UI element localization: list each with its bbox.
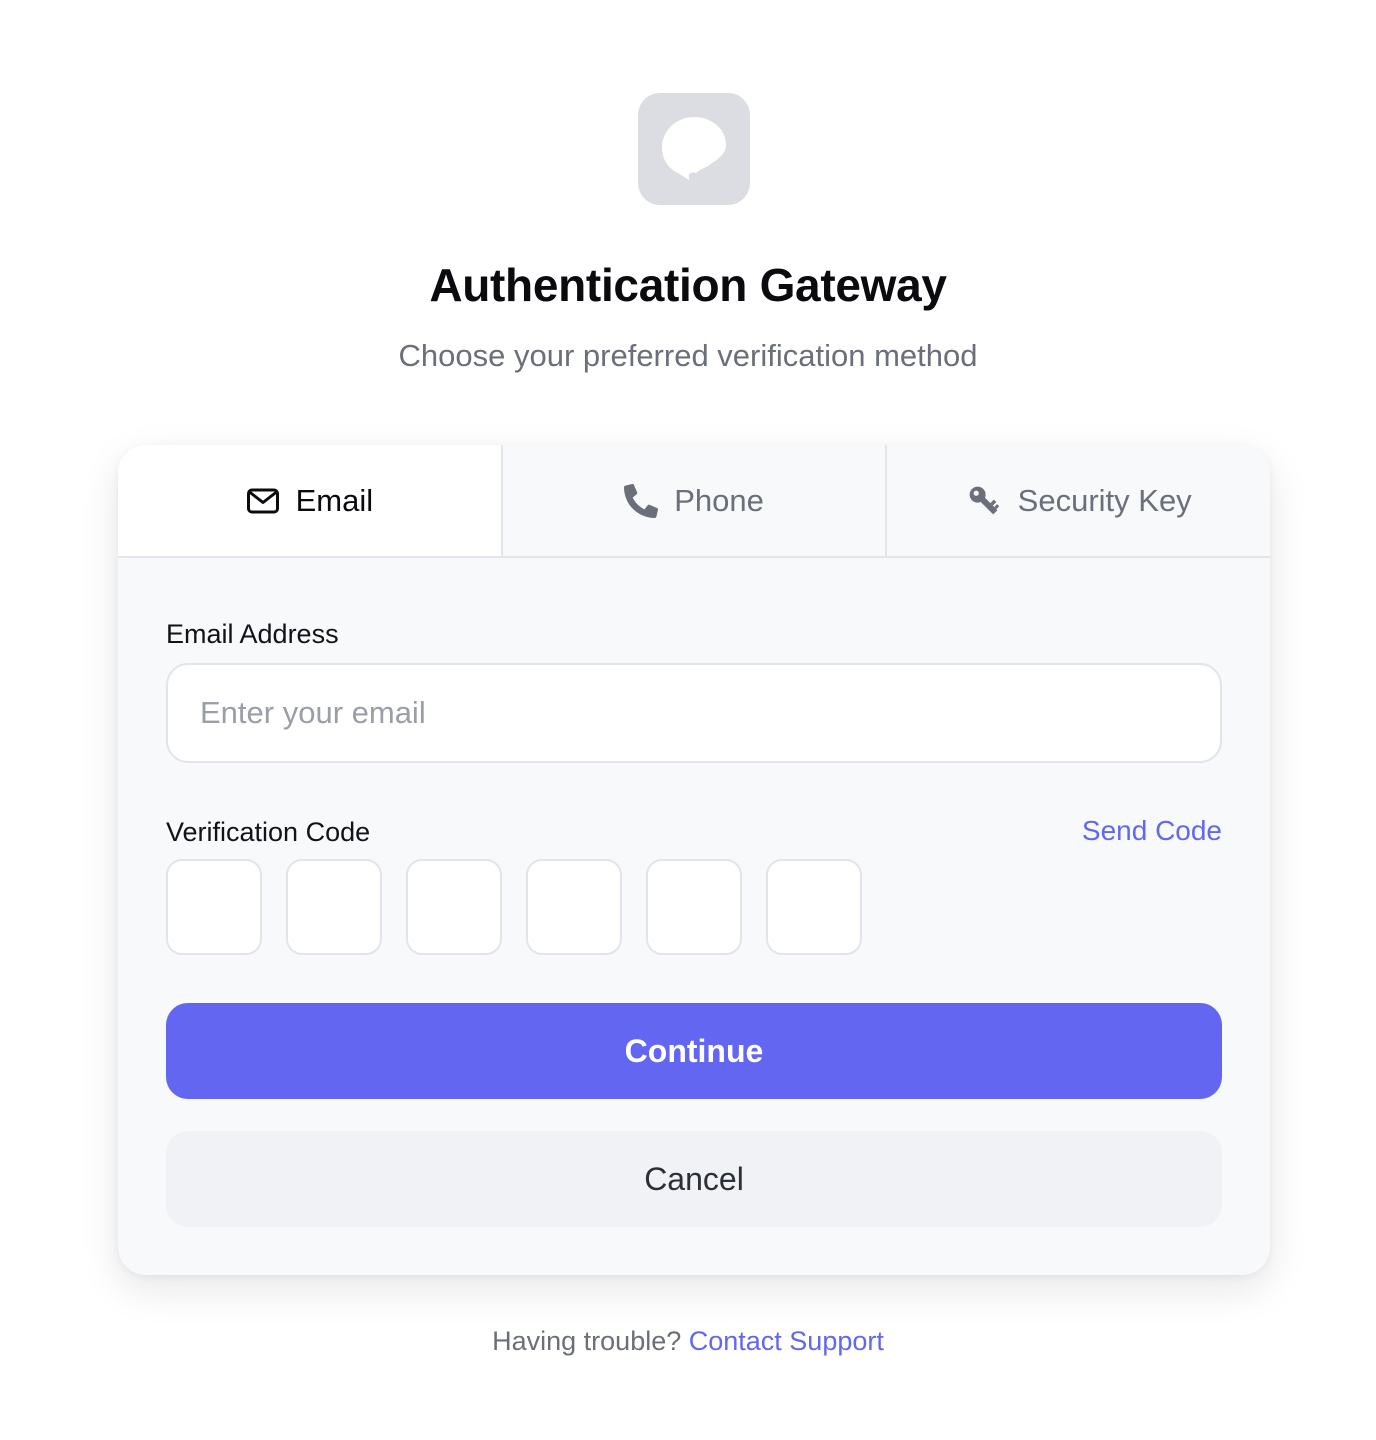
key-icon — [969, 486, 999, 514]
footer-prompt: Having trouble? — [492, 1326, 689, 1356]
page-title: Authentication Gateway — [429, 259, 947, 311]
code-digit-2[interactable] — [286, 859, 382, 955]
app-logo — [638, 93, 750, 205]
code-digit-1[interactable] — [166, 859, 262, 955]
verification-code-label: Verification Code — [166, 817, 371, 847]
send-code-link[interactable]: Send Code — [1082, 815, 1222, 847]
method-tabs: Email Phone Security Key — [118, 445, 1270, 558]
tab-email-label: Email — [295, 482, 374, 518]
tab-security-key-label: Security Key — [1017, 482, 1192, 518]
continue-button[interactable]: Continue — [166, 1003, 1222, 1099]
code-digit-4[interactable] — [526, 859, 622, 955]
envelope-icon — [246, 488, 279, 513]
tab-phone-label: Phone — [674, 482, 764, 518]
phone-icon — [624, 483, 659, 518]
code-input-row — [166, 859, 862, 955]
email-label: Email Address — [166, 619, 339, 649]
email-input[interactable] — [166, 663, 1222, 763]
code-digit-3[interactable] — [406, 859, 502, 955]
chat-bubble-icon — [662, 117, 726, 180]
page-subtitle: Choose your preferred verification metho… — [398, 338, 978, 373]
auth-card: Email Phone Security Key Email Address V… — [118, 445, 1270, 1275]
tab-security-key[interactable]: Security Key — [885, 445, 1270, 556]
code-digit-5[interactable] — [646, 859, 742, 955]
contact-support-link[interactable]: Contact Support — [689, 1326, 884, 1356]
tab-email[interactable]: Email — [118, 445, 501, 556]
code-digit-6[interactable] — [766, 859, 862, 955]
tab-phone[interactable]: Phone — [500, 445, 886, 556]
cancel-button[interactable]: Cancel — [166, 1131, 1222, 1227]
footer-help: Having trouble? Contact Support — [0, 1326, 1376, 1357]
